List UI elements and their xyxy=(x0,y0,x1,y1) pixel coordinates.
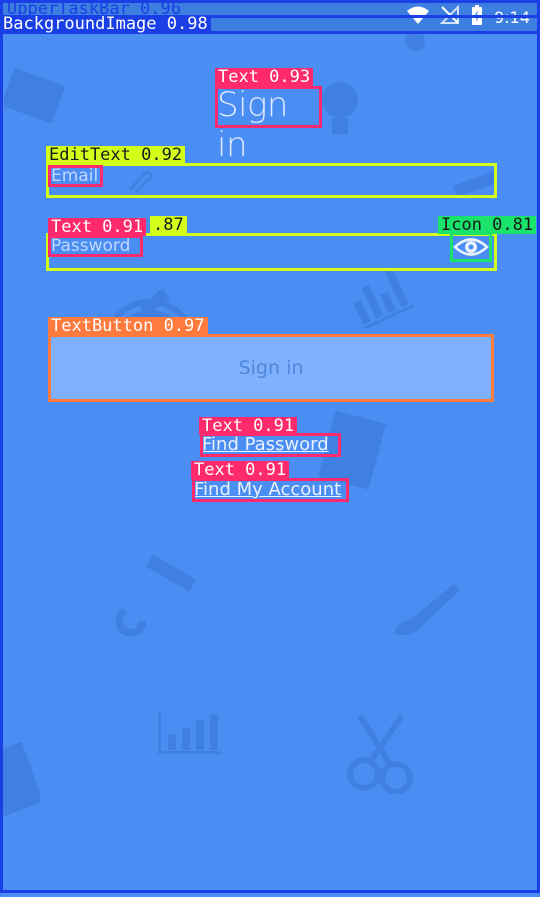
eye-icon-label: Icon 0.81 xyxy=(438,216,537,234)
signin-textbutton-box xyxy=(48,334,494,402)
email-edittext-box xyxy=(46,163,497,198)
password-edittext-score: .87 xyxy=(150,216,187,234)
email-text-box xyxy=(48,165,103,187)
find-account-text-box xyxy=(192,478,349,502)
password-text-box xyxy=(48,235,143,257)
find-account-text-label: Text 0.91 xyxy=(191,461,290,479)
find-password-text-box xyxy=(200,433,341,457)
app-screen: 9:14 Sign in Email Password Sign in Find… xyxy=(0,0,540,897)
background-image-label: BackgroundImage 0.98 xyxy=(0,15,211,33)
signin-textbutton-label: TextButton 0.97 xyxy=(48,317,208,335)
email-edittext-label: EditText 0.92 xyxy=(46,146,186,164)
title-text-box xyxy=(215,86,322,128)
find-password-text-label: Text 0.91 xyxy=(199,417,298,435)
password-text-label: Text 0.91 xyxy=(48,218,147,236)
eye-icon-box xyxy=(450,232,492,262)
title-text-label: Text 0.93 xyxy=(215,68,314,86)
